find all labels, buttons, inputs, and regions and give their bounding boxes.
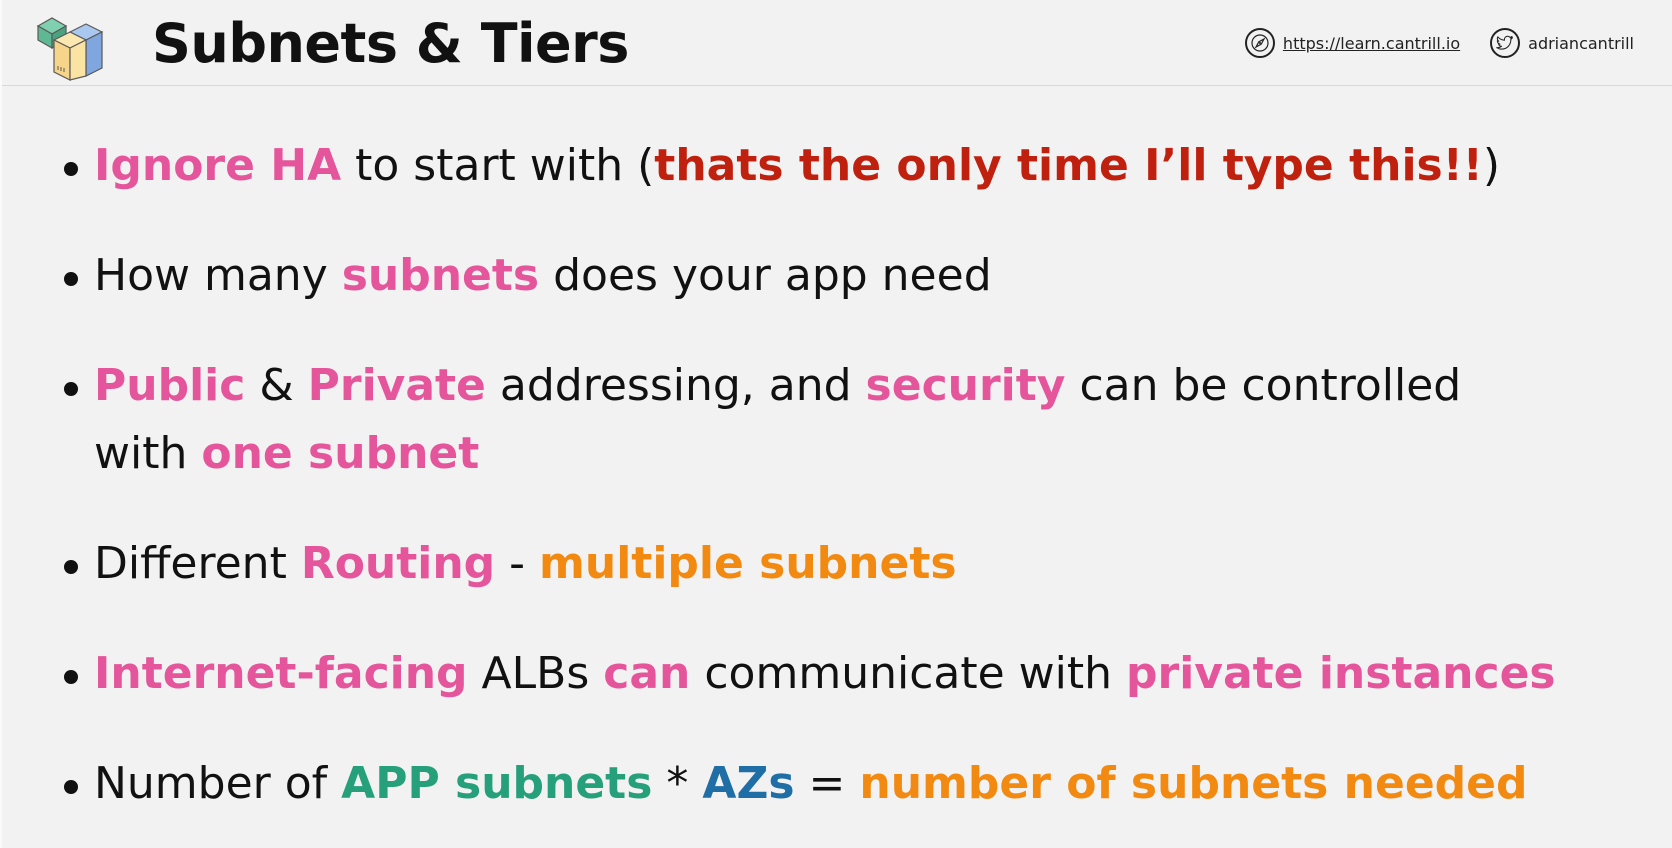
bullet-text-segment: &: [245, 360, 308, 411]
bullet-text-segment: Different: [94, 538, 301, 589]
bullet-text-segment: Routing: [300, 538, 496, 589]
bullet-item: Ignore HA to start with (thats the only …: [64, 132, 1644, 200]
bullet-text-segment: Ignore HA: [94, 140, 342, 191]
bullet-text-segment: private instances: [1126, 648, 1556, 699]
stacked-boxes-icon: [36, 17, 104, 81]
bullet-text-segment: addressing, and: [485, 360, 866, 411]
bullet-item: Different Routing - multiple subnets: [64, 530, 1644, 598]
bullet-text-segment: to start with (: [341, 140, 655, 191]
compass-icon: [1244, 28, 1275, 58]
bullet-text-segment: communicate with: [690, 648, 1126, 699]
bullet-text-segment: Public: [94, 360, 246, 411]
slide-header: Subnets & Tiers https://learn.cantrill.i…: [2, 0, 1672, 86]
bullet-text-segment: does your app need: [539, 250, 992, 301]
bullet-text-segment: thats the only time I’ll type this!!: [654, 140, 1483, 191]
slide: Subnets & Tiers https://learn.cantrill.i…: [0, 0, 1672, 848]
bullet-item: How many subnets does your app need: [64, 242, 1644, 310]
bullet-text-segment: ALBs: [467, 648, 604, 699]
bullet-text-segment: Private: [307, 360, 486, 411]
page-title: Subnets & Tiers: [152, 12, 629, 75]
bullet-text-segment: Number of: [94, 758, 342, 809]
website-link[interactable]: https://learn.cantrill.io: [1244, 28, 1460, 58]
bullet-text-segment: How many: [94, 250, 342, 301]
website-url[interactable]: https://learn.cantrill.io: [1283, 34, 1460, 53]
bullet-list: Ignore HA to start with (thats the only …: [64, 132, 1644, 848]
bullet-text-segment: AZs: [702, 758, 795, 809]
bullet-text-segment: security: [865, 360, 1066, 411]
bullet-text-segment: multiple subnets: [539, 538, 957, 589]
bullet-text-segment: =: [794, 758, 860, 809]
bullet-text-segment: -: [495, 538, 540, 589]
twitter-bird-icon: [1490, 28, 1521, 58]
twitter-handle[interactable]: adriancantrill: [1528, 34, 1634, 53]
bullet-text-segment: ): [1482, 140, 1501, 191]
bullet-text-segment: number of subnets needed: [859, 758, 1528, 809]
twitter-link[interactable]: adriancantrill: [1490, 28, 1634, 58]
bullet-text-segment: one subnet: [201, 428, 480, 479]
bullet-text-segment: subnets: [341, 250, 540, 301]
bullet-item: Public & Private addressing, and securit…: [64, 352, 1644, 488]
bullet-item: Internet-facing ALBs can communicate wit…: [64, 640, 1644, 708]
bullet-text-segment: can be controlled: [1065, 360, 1462, 411]
bullet-text-segment: Internet-facing: [94, 648, 468, 699]
bullet-item: Number of APP subnets * AZs = number of …: [64, 750, 1644, 818]
header-links: https://learn.cantrill.io adriancantrill: [1244, 28, 1634, 58]
bullet-text-segment: can: [603, 648, 691, 699]
bullet-text-segment: APP subnets: [341, 758, 653, 809]
bullet-text-segment: *: [652, 758, 703, 809]
bullet-text-segment: with: [94, 428, 202, 479]
